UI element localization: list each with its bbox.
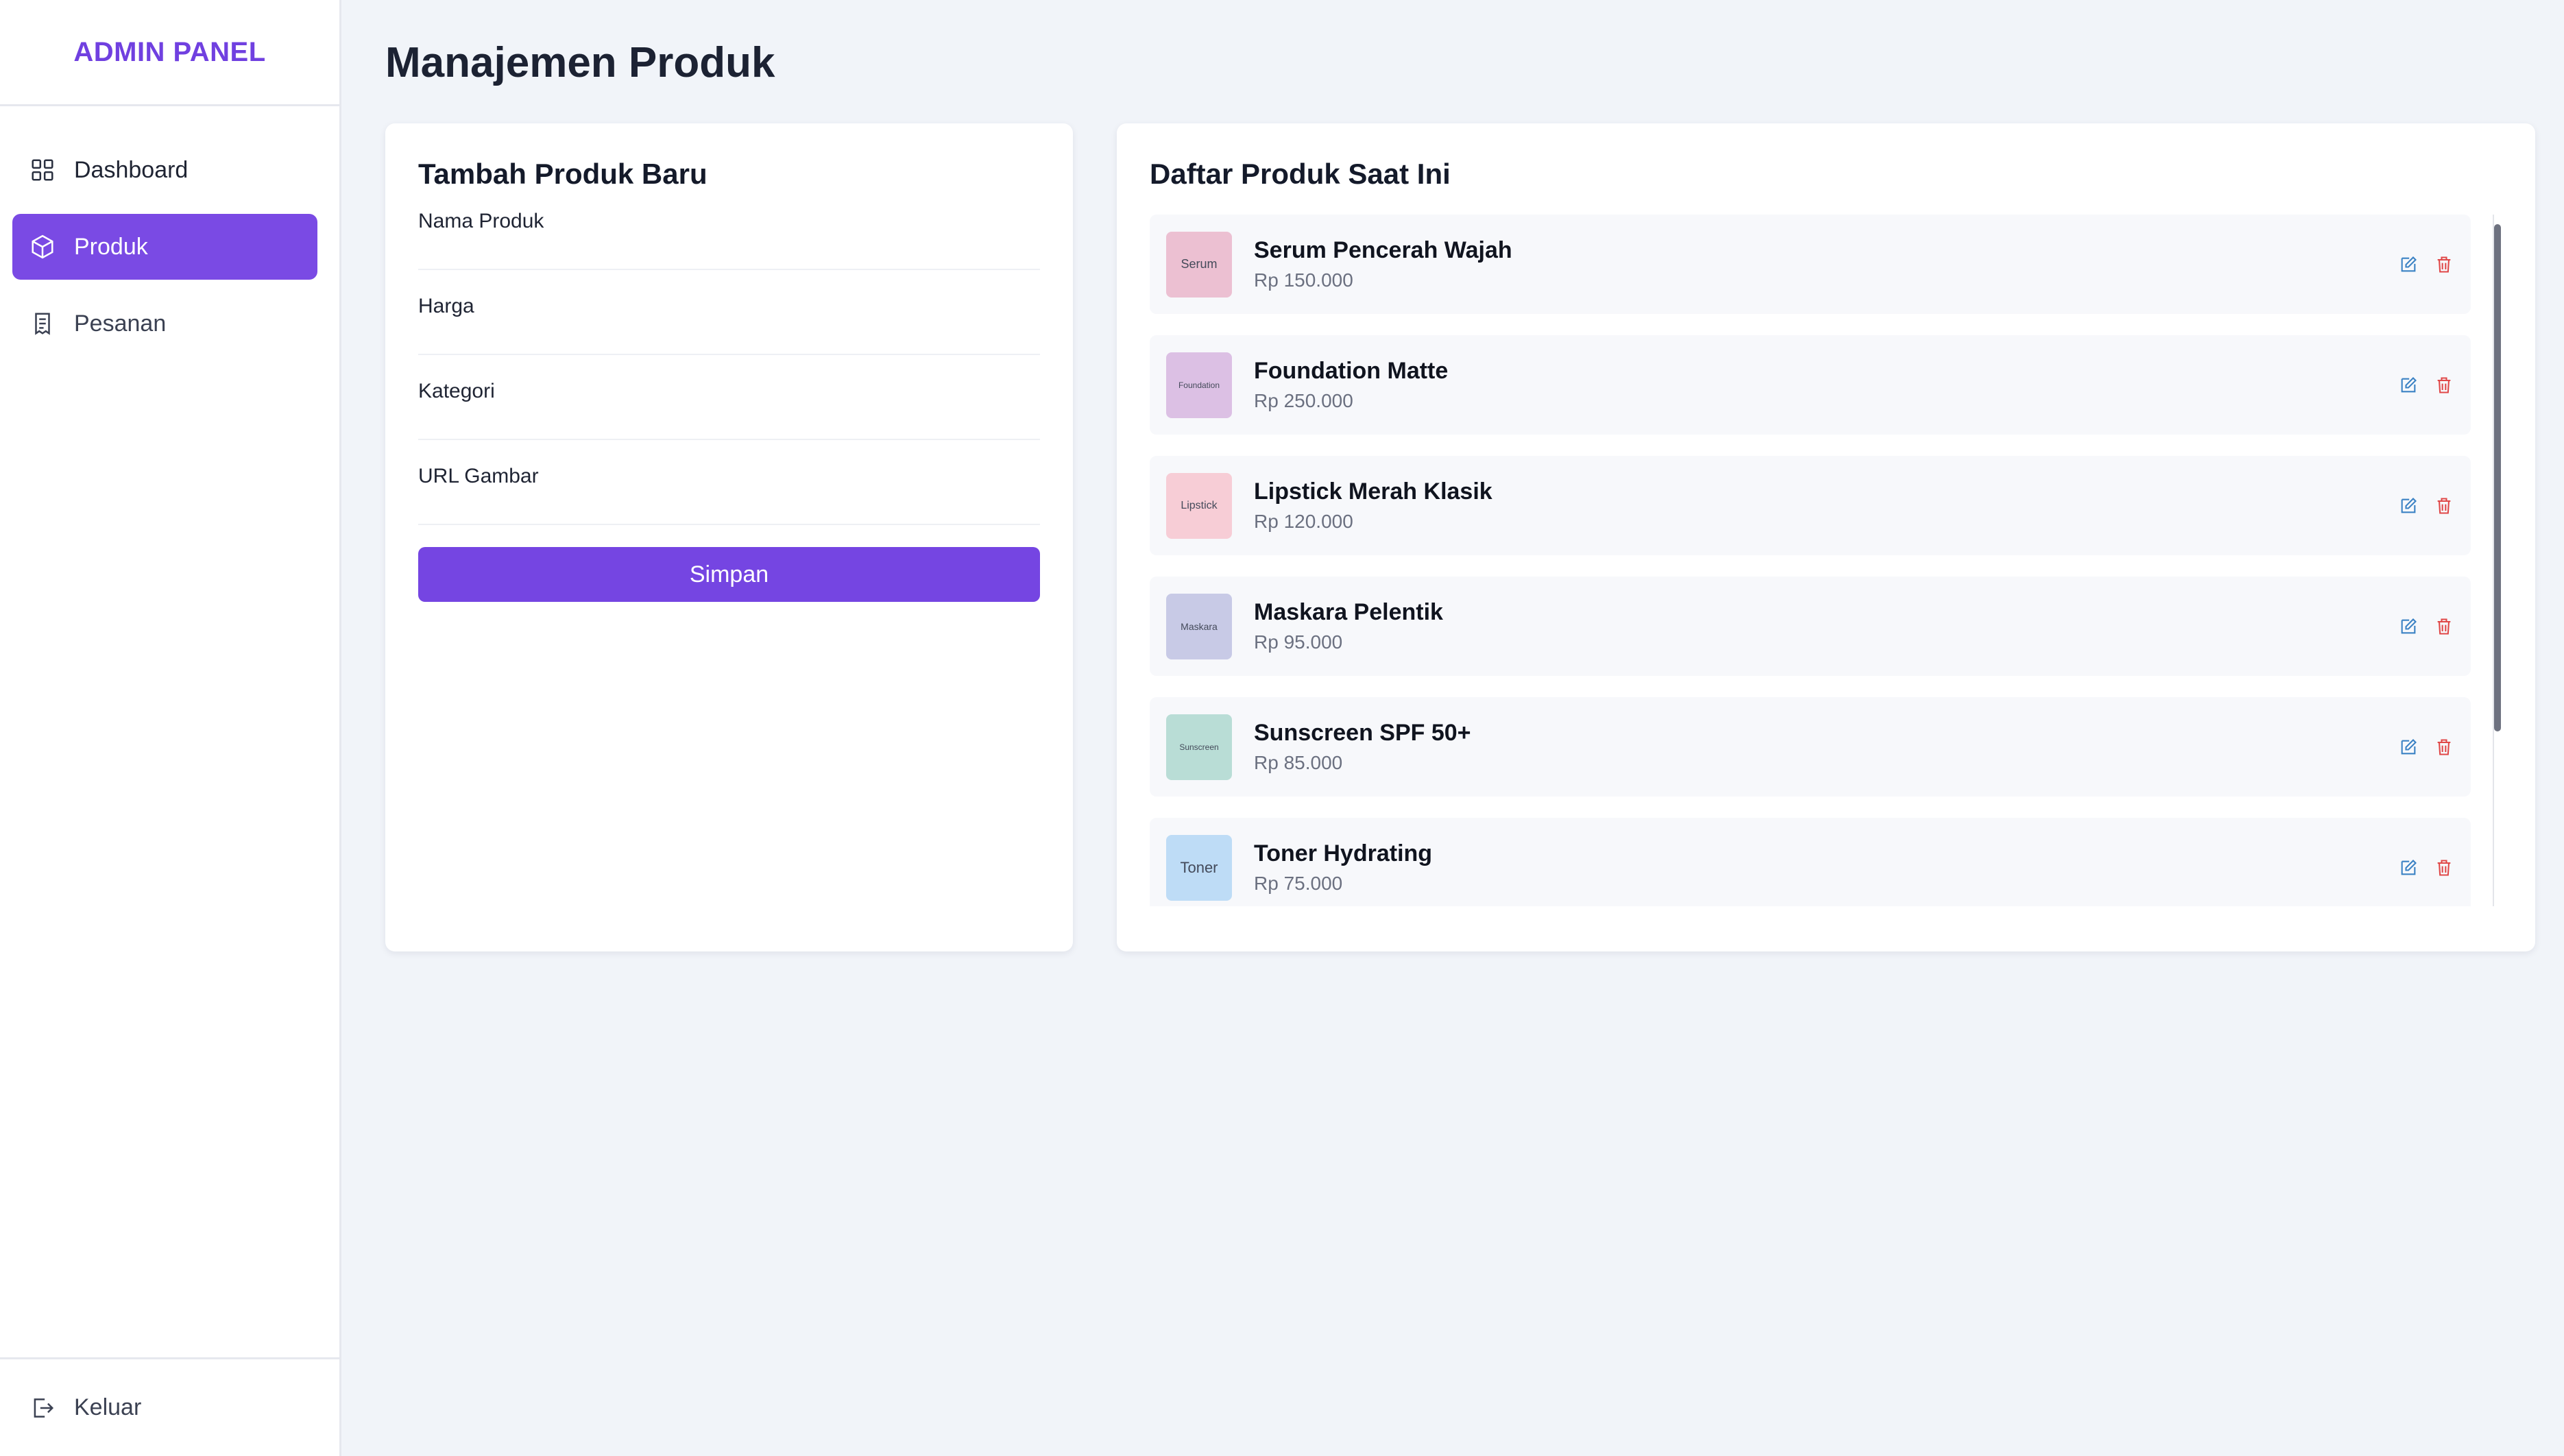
edit-icon[interactable] — [2398, 496, 2419, 516]
add-product-card: Tambah Produk Baru Nama Produk Harga Kat… — [385, 123, 1073, 951]
brand-logo: ADMIN PANEL — [0, 0, 339, 106]
product-list-card: Daftar Produk Saat Ini Serum Serum Pence… — [1117, 123, 2535, 951]
sidebar-footer: Keluar — [0, 1357, 339, 1456]
edit-icon[interactable] — [2398, 375, 2419, 396]
field-label: Kategori — [418, 380, 495, 402]
list-title: Daftar Produk Saat Ini — [1150, 158, 1451, 190]
harga-input[interactable] — [418, 324, 1040, 355]
product-price: Rp 85.000 — [1254, 752, 1343, 773]
product-name: Maskara Pelentik — [1254, 599, 1443, 625]
sidebar-item-label: Dashboard — [74, 156, 189, 183]
logout-button[interactable]: Keluar — [12, 1375, 141, 1441]
product-price: Rp 75.000 — [1254, 873, 1343, 894]
edit-icon[interactable] — [2398, 254, 2419, 275]
product-list-scroll[interactable]: Serum Serum Pencerah Wajah Rp 150.000 Fo… — [1150, 215, 2502, 906]
product-name: Serum Pencerah Wajah — [1254, 237, 1512, 263]
edit-icon[interactable] — [2398, 616, 2419, 637]
save-button[interactable]: Simpan — [418, 547, 1040, 602]
sidebar-item-dashboard[interactable]: Dashboard — [12, 137, 317, 203]
trash-icon[interactable] — [2434, 496, 2454, 516]
product-thumbnail: Lipstick — [1166, 472, 1232, 539]
list-item: Toner Toner Hydrating Rp 75.000 — [1150, 818, 2471, 906]
box-icon — [29, 233, 56, 260]
product-price: Rp 150.000 — [1254, 269, 1353, 291]
url-gambar-input[interactable] — [418, 494, 1040, 525]
trash-icon[interactable] — [2434, 616, 2454, 637]
product-name: Lipstick Merah Klasik — [1254, 478, 1492, 505]
product-list: Serum Serum Pencerah Wajah Rp 150.000 Fo… — [1150, 215, 2471, 906]
grid-icon — [29, 156, 56, 184]
product-name: Sunscreen SPF 50+ — [1254, 720, 1471, 746]
edit-icon[interactable] — [2398, 737, 2419, 757]
product-thumbnail: Sunscreen — [1166, 714, 1232, 780]
field-harga: Harga — [418, 295, 1040, 355]
product-price: Rp 120.000 — [1254, 511, 1353, 532]
sidebar: ADMIN PANEL Dashboard Produk Pesanan Kel — [0, 0, 341, 1456]
sidebar-item-label: Pesanan — [74, 310, 167, 337]
thumbnail-text: Sunscreen — [1179, 742, 1219, 752]
product-price: Rp 95.000 — [1254, 631, 1343, 653]
logout-label: Keluar — [74, 1394, 142, 1420]
product-thumbnail: Toner — [1166, 834, 1232, 901]
product-name: Foundation Matte — [1254, 358, 1449, 384]
product-name: Toner Hydrating — [1254, 840, 1433, 866]
sidebar-item-label: Produk — [74, 233, 148, 260]
product-thumbnail: Maskara — [1166, 593, 1232, 659]
sidebar-item-pesanan[interactable]: Pesanan — [12, 291, 317, 356]
thumbnail-text: Foundation — [1178, 380, 1220, 390]
receipt-icon — [29, 310, 56, 337]
product-thumbnail: Serum — [1166, 231, 1232, 298]
sidebar-item-produk[interactable]: Produk — [12, 214, 317, 280]
field-label: Harga — [418, 295, 474, 317]
list-item: Serum Serum Pencerah Wajah Rp 150.000 — [1150, 215, 2471, 314]
nama-produk-input[interactable] — [418, 239, 1040, 270]
thumbnail-text: Serum — [1181, 257, 1218, 271]
list-item: Maskara Maskara Pelentik Rp 95.000 — [1150, 577, 2471, 676]
edit-icon[interactable] — [2398, 858, 2419, 878]
list-item: Sunscreen Sunscreen SPF 50+ Rp 85.000 — [1150, 697, 2471, 797]
trash-icon[interactable] — [2434, 375, 2454, 396]
field-label: URL Gambar — [418, 465, 539, 487]
trash-icon[interactable] — [2434, 254, 2454, 275]
list-item: Lipstick Lipstick Merah Klasik Rp 120.00… — [1150, 456, 2471, 555]
kategori-input[interactable] — [418, 409, 1040, 440]
thumbnail-text: Lipstick — [1181, 499, 1218, 511]
trash-icon[interactable] — [2434, 737, 2454, 757]
product-price: Rp 250.000 — [1254, 390, 1353, 411]
product-thumbnail: Foundation — [1166, 352, 1232, 418]
thumbnail-text: Toner — [1180, 858, 1218, 876]
field-label: Nama Produk — [418, 210, 544, 232]
list-scrollbar[interactable] — [2493, 215, 2502, 906]
trash-icon[interactable] — [2434, 858, 2454, 878]
page-title: Manajemen Produk — [385, 39, 775, 86]
logout-icon — [29, 1394, 56, 1422]
field-url-gambar: URL Gambar — [418, 465, 1040, 525]
field-nama-produk: Nama Produk — [418, 210, 1040, 270]
field-kategori: Kategori — [418, 380, 1040, 440]
list-item: Foundation Foundation Matte Rp 250.000 — [1150, 335, 2471, 435]
form-title: Tambah Produk Baru — [418, 158, 707, 190]
sidebar-nav: Dashboard Produk Pesanan — [0, 106, 339, 356]
scrollbar-thumb[interactable] — [2494, 224, 2501, 731]
thumbnail-text: Maskara — [1181, 620, 1218, 632]
